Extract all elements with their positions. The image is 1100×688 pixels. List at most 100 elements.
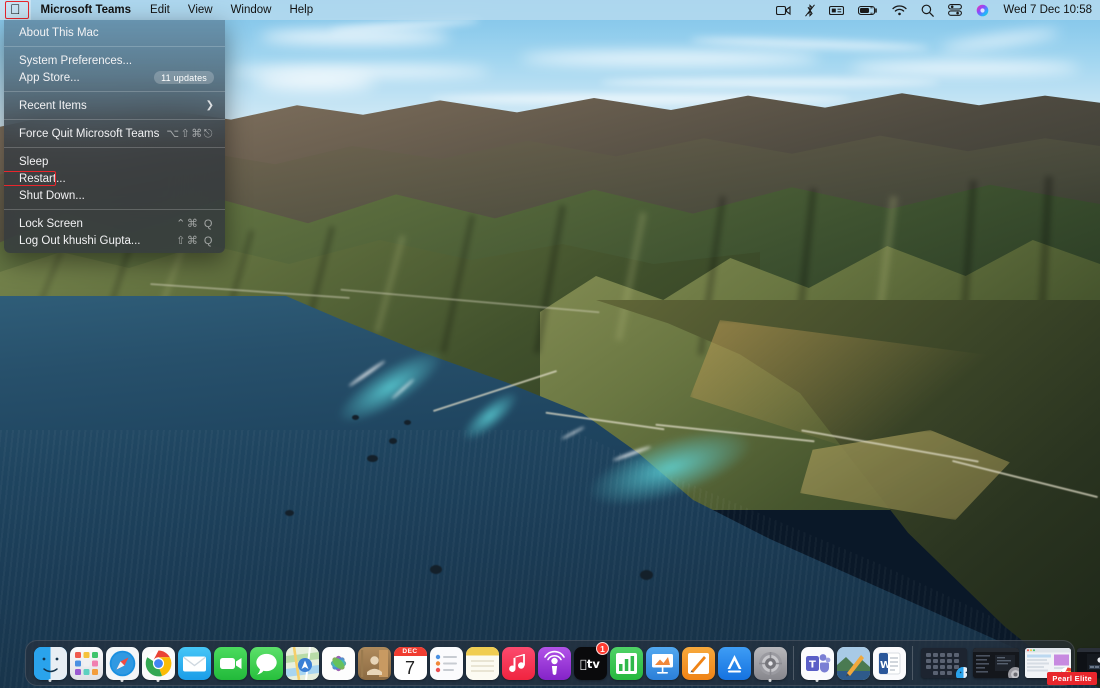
apple-menu-button[interactable]: : [0, 0, 31, 20]
menu-bar-item-window[interactable]: Window: [222, 0, 281, 20]
dock-item-contacts[interactable]: [356, 643, 392, 683]
calendar-month: DEC: [394, 647, 427, 656]
battery-icon[interactable]: [858, 5, 878, 16]
menu-item-system-preferences[interactable]: System Preferences...: [4, 52, 225, 69]
menu-item-label: System Preferences...: [19, 55, 132, 67]
apple-logo-icon: : [10, 2, 21, 16]
menu-item-accessory: ⇧⌘ Q: [176, 234, 214, 247]
svg-text:tv: tv: [580, 657, 600, 671]
dock-item-notes[interactable]: [464, 643, 500, 683]
maps-icon: [286, 647, 319, 680]
cloud: [260, 30, 450, 44]
minimized-window-dark[interactable]: [970, 643, 1022, 683]
display-icon[interactable]: [829, 5, 844, 16]
dock-item-numbers[interactable]: [608, 643, 644, 683]
dock-item-reminders[interactable]: [428, 643, 464, 683]
minimized-badge-system-preferences: [1008, 667, 1019, 678]
spotlight-search-icon[interactable]: [921, 4, 934, 17]
menu-separator: [4, 209, 225, 210]
menu-item-log-out[interactable]: Log Out khushi Gupta... ⇧⌘ Q: [4, 232, 225, 249]
menu-separator: [4, 119, 225, 120]
microsoft-word-icon: W: [873, 647, 906, 680]
menu-item-label: Lock Screen: [19, 218, 83, 230]
menu-item-app-store[interactable]: App Store... 11 updates: [4, 69, 225, 86]
sea-rock: [389, 438, 397, 444]
dock-item-chrome[interactable]: [140, 643, 176, 683]
dock-item-music[interactable]: [500, 643, 536, 683]
menu-separator: [4, 46, 225, 47]
safari-icon: [106, 647, 139, 680]
dock-item-appletv[interactable]: tv 1: [572, 643, 608, 683]
dock-item-system-preferences[interactable]: [752, 643, 788, 683]
photos-icon: [322, 647, 355, 680]
appstore-icon: [718, 647, 751, 680]
menu-bar-clock[interactable]: Wed 7 Dec 10:58: [1003, 4, 1092, 16]
dock-item-microsoft-word[interactable]: W: [871, 643, 907, 683]
podcasts-icon: [538, 647, 571, 680]
dock: DEC 7: [25, 640, 1075, 686]
menu-item-accessory: ⌥⇧⌘⎋: [166, 127, 214, 141]
pages-icon: [682, 647, 715, 680]
dock-item-maps[interactable]: [284, 643, 320, 683]
dock-item-mail[interactable]: [176, 643, 212, 683]
screen-recording-icon[interactable]: [776, 5, 791, 16]
running-indicator: [769, 679, 772, 682]
window-thumbnail: [921, 648, 967, 678]
mail-icon: [178, 647, 211, 680]
running-indicator: [157, 679, 160, 682]
menu-bar-item-help[interactable]: Help: [280, 0, 322, 20]
siri-icon[interactable]: [976, 4, 989, 17]
dock-item-safari[interactable]: [104, 643, 140, 683]
menu-bar-item-view[interactable]: View: [179, 0, 222, 20]
reminders-icon: [430, 647, 463, 680]
dock-item-launchpad[interactable]: [68, 643, 104, 683]
menu-bar-app-name[interactable]: Microsoft Teams: [31, 0, 142, 20]
menu-bar-status-area: Wed 7 Dec 10:58: [776, 0, 1100, 20]
bluetooth-off-icon[interactable]: [805, 4, 815, 17]
menu-item-label: Shut Down...: [19, 190, 85, 202]
menu-item-label: About This Mac: [19, 27, 99, 39]
dock-item-photos[interactable]: [320, 643, 356, 683]
minimized-window-launchpad[interactable]: [918, 643, 970, 683]
menu-item-restart[interactable]: Restart...: [4, 170, 225, 187]
dock-item-pages[interactable]: [680, 643, 716, 683]
finder-icon: [34, 647, 67, 680]
wifi-icon[interactable]: [892, 5, 907, 16]
dock-item-preview[interactable]: [835, 643, 871, 683]
dock-item-keynote[interactable]: [644, 643, 680, 683]
dock-item-finder[interactable]: [32, 643, 68, 683]
menu-item-about-this-mac[interactable]: About This Mac: [4, 24, 225, 41]
svg-text:T: T: [809, 659, 816, 670]
appletv-badge: 1: [596, 642, 609, 655]
calendar-icon: DEC 7: [394, 647, 427, 680]
chevron-right-icon: ❯: [206, 100, 214, 111]
dock-item-microsoft-teams[interactable]: T: [799, 643, 835, 683]
preview-icon: [837, 647, 870, 680]
menu-item-label: App Store...: [19, 72, 80, 84]
dock-separator: [912, 646, 913, 680]
dock-item-podcasts[interactable]: [536, 643, 572, 683]
menu-item-accessory: 11 updates: [154, 71, 214, 84]
control-center-icon[interactable]: [948, 4, 962, 16]
dock-item-messages[interactable]: [248, 643, 284, 683]
window-thumbnail: [973, 648, 1019, 678]
menu-item-sleep[interactable]: Sleep: [4, 153, 225, 170]
menu-item-lock-screen[interactable]: Lock Screen ⌃⌘ Q: [4, 215, 225, 232]
cloud: [600, 78, 940, 87]
sea-rock: [640, 570, 653, 580]
menu-item-shortcut: ⇧⌘ Q: [176, 234, 214, 247]
minimized-badge-finder: [956, 667, 967, 678]
menu-separator: [4, 91, 225, 92]
app-store-updates-badge: 11 updates: [154, 71, 214, 84]
dock-item-calendar[interactable]: DEC 7: [392, 643, 428, 683]
dock-item-facetime[interactable]: [212, 643, 248, 683]
running-indicator: [121, 679, 124, 682]
chrome-icon: [142, 647, 175, 680]
menu-bar-item-edit[interactable]: Edit: [141, 0, 179, 20]
menu-item-force-quit[interactable]: Force Quit Microsoft Teams ⌥⇧⌘⎋: [4, 125, 225, 142]
menu-item-accessory: ⌃⌘ Q: [176, 217, 214, 230]
menu-item-recent-items[interactable]: Recent Items ❯: [4, 97, 225, 114]
menu-item-label: Force Quit Microsoft Teams: [19, 128, 159, 140]
dock-item-appstore[interactable]: [716, 643, 752, 683]
menu-item-shut-down[interactable]: Shut Down...: [4, 187, 225, 204]
